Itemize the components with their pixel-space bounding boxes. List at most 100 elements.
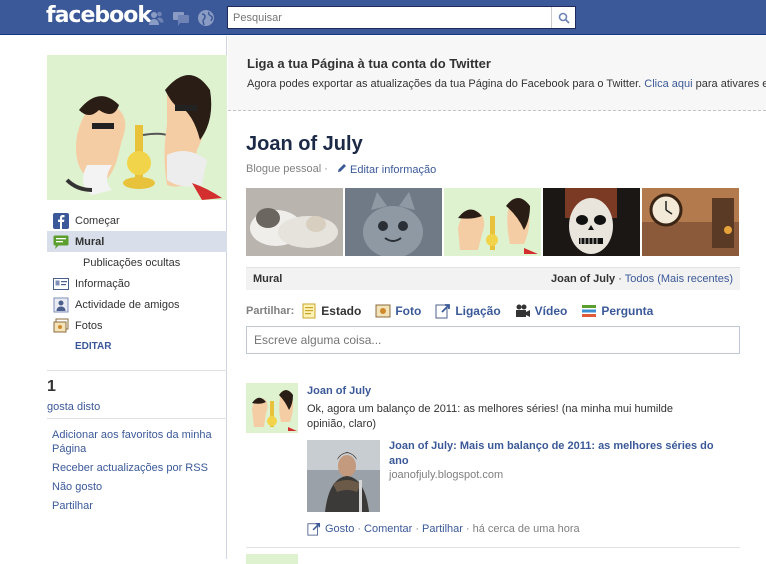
cartoon-hookah-girls-image: [47, 55, 227, 200]
story-timestamp[interactable]: há cerca de uma hora: [473, 523, 580, 535]
speech-bubble-icon: [53, 235, 69, 249]
nav-item-label: Actividade de amigos: [75, 298, 180, 311]
facebook-logo[interactable]: facebook: [46, 3, 152, 28]
nav-item-label: Começar: [75, 214, 120, 227]
share-option-label: Ligação: [455, 304, 501, 318]
unlike-link[interactable]: Não gosto: [52, 480, 222, 494]
wall-title: Mural: [253, 273, 283, 285]
page-profile-picture[interactable]: [47, 55, 227, 200]
likes-count: 1: [47, 378, 56, 395]
wall-header: Mural Joan of July · Todos (Mais recente…: [246, 267, 740, 290]
photo-strip: [246, 188, 766, 256]
info-card-icon: [53, 277, 69, 290]
attachment-thumbnail[interactable]: [307, 440, 380, 512]
separator: ·: [465, 523, 470, 535]
add-to-favorites-link[interactable]: Adicionar aos favoritos da minha Página: [52, 428, 222, 456]
page-category: Blogue pessoal ·: [246, 163, 328, 175]
wall-all-filter[interactable]: Todos (Mais recentes): [625, 273, 733, 285]
story-author-link[interactable]: Joan of July: [307, 385, 371, 397]
nav-item-informacao[interactable]: Informação: [47, 273, 227, 294]
edit-info-link[interactable]: Editar informação: [337, 163, 436, 176]
edit-info-label: Editar informação: [350, 164, 437, 176]
story-divider: [246, 547, 740, 548]
nav-item-label: Informação: [75, 277, 131, 290]
cats-image: [246, 188, 343, 256]
share-option-label: Foto: [395, 304, 422, 318]
photo-sleeping-cats[interactable]: [246, 188, 343, 256]
friend-requests-icon[interactable]: [147, 9, 165, 27]
divider: [47, 370, 227, 371]
photo-skull-face[interactable]: [543, 188, 640, 256]
page-actions: Adicionar aos favoritos da minha Página …: [52, 428, 222, 518]
photo-clock-room[interactable]: [642, 188, 739, 256]
share-page-link[interactable]: Partilhar: [52, 499, 222, 513]
share-video-tab[interactable]: Vídeo: [515, 303, 568, 319]
twitter-banner: Liga a tua Página à tua conta do Twitter…: [228, 36, 766, 111]
share-question-tab[interactable]: Pergunta: [581, 303, 653, 319]
nav-item-label: Fotos: [75, 319, 103, 332]
messages-icon[interactable]: [172, 9, 190, 27]
armored-man-image: [307, 440, 380, 512]
share-label: Partilhar:: [246, 305, 295, 317]
share-link[interactable]: Partilhar: [422, 523, 463, 535]
share-link-icon: [307, 522, 321, 536]
like-link[interactable]: Gosto: [325, 523, 354, 535]
edit-nav-link[interactable]: EDITAR: [47, 336, 227, 357]
nav-item-mural[interactable]: Mural: [47, 231, 227, 252]
skull-face-image: [543, 188, 640, 256]
nav-item-label: Mural: [75, 235, 105, 248]
separator: ·: [415, 523, 419, 535]
composer-box: [246, 326, 740, 354]
story-message: Ok, agora um balanço de 2011: as melhore…: [307, 403, 674, 430]
top-bar: facebook: [0, 0, 766, 35]
banner-title: Liga a tua Página à tua conta do Twitter: [247, 56, 491, 71]
rss-link[interactable]: Receber actualizações por RSS: [52, 461, 222, 475]
share-option-label: Estado: [321, 304, 362, 318]
clock-room-image: [642, 188, 739, 256]
banner-text: Agora podes exportar as atualizações da …: [247, 78, 766, 90]
magnifier-icon: [558, 12, 570, 24]
share-option-label: Vídeo: [534, 304, 568, 318]
kitten-image: [345, 188, 442, 256]
nav-item-fotos[interactable]: Fotos: [47, 315, 227, 336]
nav-item-actividade-de-amigos[interactable]: Actividade de amigos: [47, 294, 227, 315]
photos-icon: [53, 318, 69, 332]
share-link-tab[interactable]: Ligação: [435, 303, 501, 319]
photo-kitten[interactable]: [345, 188, 442, 256]
question-list-icon: [582, 305, 597, 317]
status-composer-input[interactable]: [247, 327, 739, 353]
share-option-label: Pergunta: [601, 304, 654, 318]
page-title: Joan of July: [246, 133, 363, 155]
category-label: Blogue pessoal: [246, 163, 322, 175]
share-status-tab[interactable]: Estado: [301, 303, 361, 319]
attachment-title-link[interactable]: Joan of July: Mais um balanço de 2011: a…: [389, 439, 719, 469]
banner-body-after: para ativares es: [695, 78, 766, 90]
photo-cartoon-girls[interactable]: [444, 188, 541, 256]
photo-icon: [375, 304, 391, 318]
search-input[interactable]: [228, 7, 550, 28]
video-camera-icon: [515, 304, 530, 317]
banner-body: Agora podes exportar as atualizações da …: [247, 78, 642, 90]
separator: ·: [324, 163, 328, 175]
click-here-link[interactable]: Clica aqui: [644, 78, 692, 90]
story-actions: Gosto · Comentar · Partilhar · há cerca …: [307, 522, 580, 536]
facebook-f-icon: [53, 212, 69, 229]
share-bar: Partilhar: Estado Foto Ligação Vídeo Per…: [246, 302, 740, 320]
status-note-icon: [302, 303, 316, 319]
nav-item-publicacoes-ocultas[interactable]: Publicações ocultas: [47, 252, 227, 273]
wall-filter: Joan of July · Todos (Mais recentes): [551, 273, 733, 285]
search-box: [227, 6, 576, 29]
likes-text-link[interactable]: gosta disto: [47, 401, 100, 413]
attachment-url: joanofjuly.blogspot.com: [389, 469, 504, 481]
friends-activity-icon: [53, 297, 69, 312]
share-photo-tab[interactable]: Foto: [375, 303, 421, 319]
comment-link[interactable]: Comentar: [364, 523, 412, 535]
search-button[interactable]: [551, 7, 575, 28]
wall-owner-filter[interactable]: Joan of July: [551, 273, 615, 285]
cartoon-girls-image: [444, 188, 541, 256]
next-story-avatar[interactable]: [246, 554, 298, 564]
cartoon-girls-avatar-image: [246, 383, 298, 433]
notifications-icon[interactable]: [197, 9, 215, 27]
nav-item-comecar[interactable]: Começar: [47, 210, 227, 231]
story-avatar[interactable]: [246, 383, 298, 433]
